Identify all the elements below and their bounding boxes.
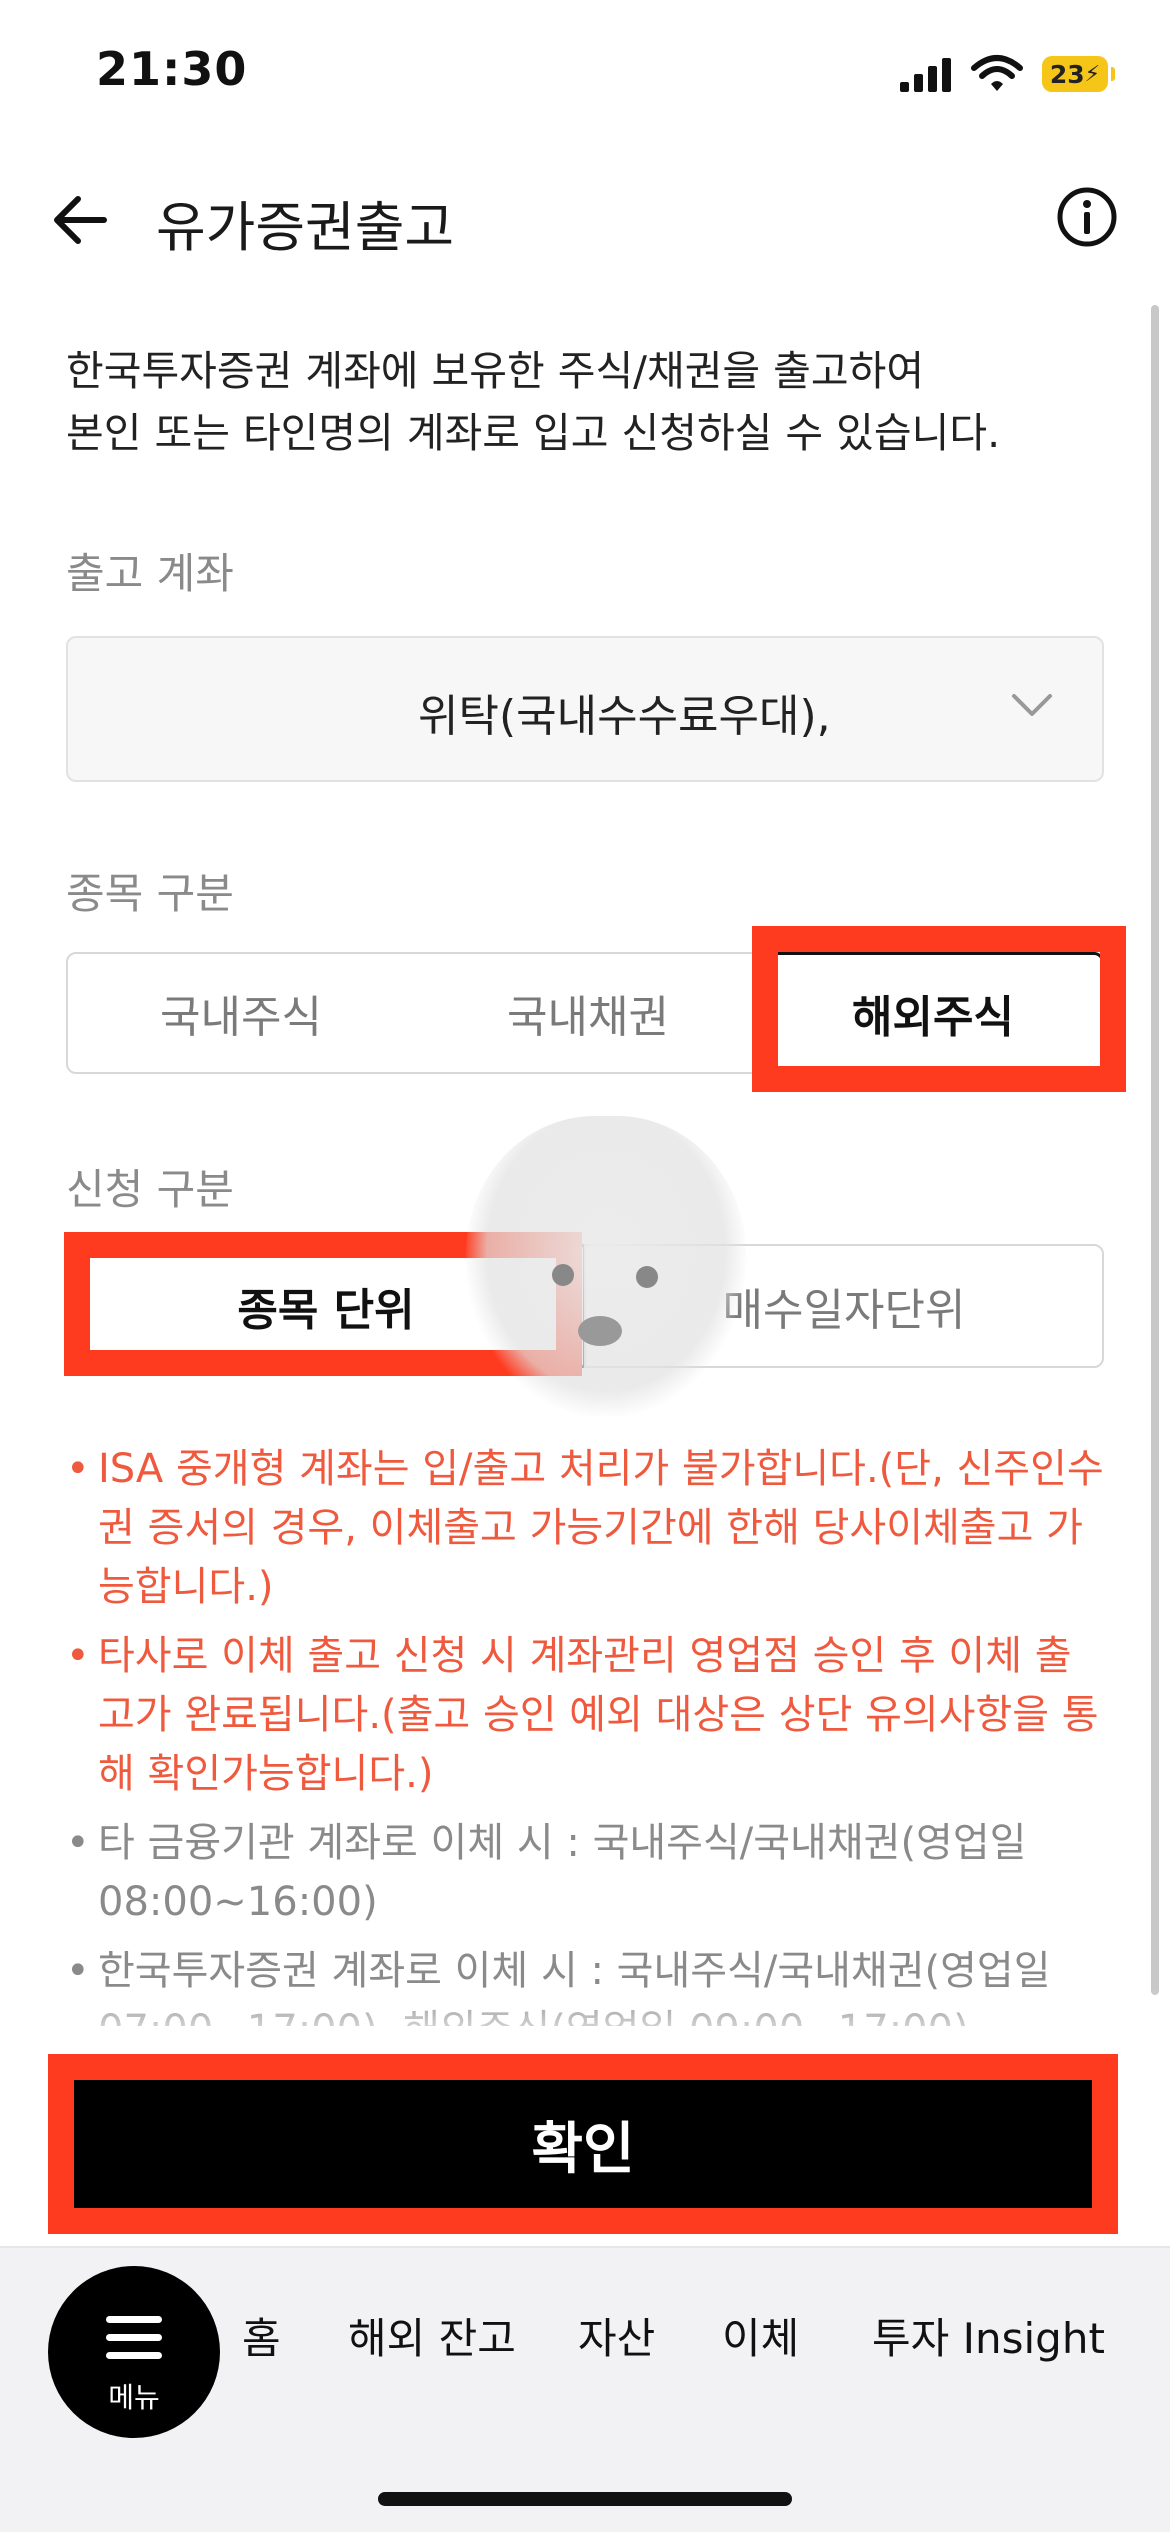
account-select-value: 위탁(국내수수료우대), (418, 691, 831, 742)
back-arrow-icon (54, 196, 107, 244)
page-title: 유가증권출고 (156, 196, 455, 259)
tab-overseas-balance[interactable]: 해외 잔고 (348, 2305, 516, 2366)
notice-item: • 타 금융기관 계좌로 이체 시 : 국내주식/국내채권(영업일 08:00~… (66, 1814, 1106, 1932)
notice-text: 타사로 이체 출고 신청 시 계좌관리 영업점 승인 후 이체 출고가 완료됩니… (98, 1633, 1099, 1797)
notice-text: 타 금융기관 계좌로 이체 시 : 국내주식/국내채권(영업일 08:00~16… (98, 1820, 1027, 1925)
battery-charging-icon: 23 ⚡ (1042, 56, 1115, 92)
notice-list: • ISA 중개형 계좌는 입/출고 처리가 불가합니다.(단, 신주인수권 증… (66, 1440, 1106, 2026)
back-button[interactable] (52, 180, 122, 260)
stock-type-domestic-bond[interactable]: 국내채권 (414, 952, 764, 1074)
stock-type-section-label: 종목 구분 (66, 869, 234, 918)
bullet: • (66, 1633, 90, 1679)
scrollbar[interactable] (1151, 305, 1159, 1995)
account-section-label: 출고 계좌 (66, 549, 234, 598)
tab-home[interactable]: 홈 (242, 2305, 281, 2366)
bullet: • (66, 1446, 90, 1492)
home-indicator (378, 2492, 792, 2506)
stock-type-domestic-stock[interactable]: 국내주식 (66, 952, 416, 1074)
notice-text: ISA 중개형 계좌는 입/출고 처리가 불가합니다.(단, 신주인수권 증서의… (98, 1446, 1104, 1610)
request-type-section-label: 신청 구분 (66, 1165, 234, 1214)
content-fade (0, 1990, 1170, 2050)
intro-line-2: 본인 또는 타인명의 계좌로 입고 신청하실 수 있습니다. (66, 409, 1001, 457)
status-time: 21:30 (96, 42, 248, 96)
battery-level: 23 (1049, 59, 1085, 89)
account-select[interactable]: 위탁(국내수수료우대), (66, 636, 1104, 782)
tab-investment-insight[interactable]: 투자 Insight (872, 2305, 1105, 2366)
status-icons: 23 ⚡ (900, 52, 1120, 96)
intro-line-1: 한국투자증권 계좌에 보유한 주식/채권을 출고하여 (66, 347, 925, 395)
signal-icon (900, 58, 951, 92)
watermark-dog-image (466, 1116, 746, 1416)
info-button[interactable] (1056, 186, 1118, 248)
menu-label: 메뉴 (108, 2381, 160, 2414)
notice-item: • ISA 중개형 계좌는 입/출고 처리가 불가합니다.(단, 신주인수권 증… (66, 1440, 1106, 1617)
highlight-overseas-stock (752, 926, 1126, 1092)
bullet: • (66, 1820, 90, 1866)
info-icon (1057, 187, 1117, 247)
menu-button[interactable]: 메뉴 (48, 2266, 220, 2438)
tab-assets[interactable]: 자산 (578, 2305, 655, 2366)
notice-item: • 타사로 이체 출고 신청 시 계좌관리 영업점 승인 후 이체 출고가 완료… (66, 1627, 1106, 1804)
chevron-down-icon (1012, 694, 1052, 716)
hamburger-menu-icon (106, 2316, 162, 2370)
wifi-icon (971, 55, 1023, 91)
confirm-button[interactable]: 확인 (74, 2080, 1092, 2208)
intro-text: 한국투자증권 계좌에 보유한 주식/채권을 출고하여 본인 또는 타인명의 계좌… (66, 340, 1106, 464)
tab-transfer[interactable]: 이체 (722, 2305, 799, 2366)
